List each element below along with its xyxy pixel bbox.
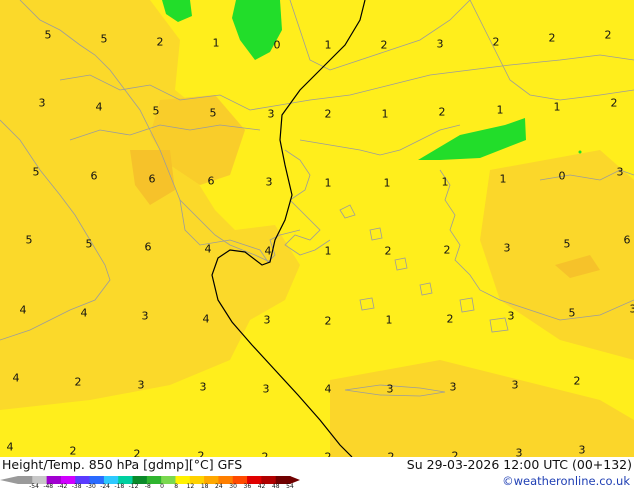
scale-tick-label: 36: [243, 483, 252, 490]
map-value-label: 3: [267, 107, 275, 121]
map-value-label: 2: [573, 374, 581, 388]
scale-tick-label: -24: [100, 483, 111, 490]
scale-tick-label: -30: [85, 483, 96, 490]
cool-patch-tiny: [578, 150, 582, 154]
map-value-label: 4: [202, 312, 210, 326]
map-value-label: 6: [90, 169, 98, 183]
map-value-label: 3: [515, 446, 523, 458]
map-value-label: 5: [85, 237, 93, 251]
map-value-label: 3: [503, 241, 511, 255]
map-value-label: 2: [610, 96, 618, 110]
map-value-label: 6: [207, 174, 215, 188]
map-value-label: 3: [507, 309, 515, 323]
map-value-label: 3: [38, 96, 46, 110]
map-value-label: 3: [386, 382, 394, 396]
map-value-label: 2: [604, 28, 612, 42]
map-value-label: 1: [324, 176, 332, 190]
color-scale: -54 -48 -42 -38 -30 -24 -18 -12 -8 0 8 12 18 24 30 36 42…: [0, 471, 300, 490]
scale-tick-label: 48: [271, 483, 280, 490]
scale-tick-label: 42: [257, 483, 266, 490]
map-value-label: 2: [324, 107, 332, 121]
map-canvas: [0, 0, 634, 457]
map-value-label: 2: [380, 38, 388, 52]
map-value-label: 4: [12, 371, 20, 385]
map-value-label: 3: [578, 443, 586, 457]
map-value-label: 1: [385, 313, 393, 327]
map-value-label: 3: [616, 165, 624, 179]
map-value-label: 5: [32, 165, 40, 179]
map-value-label: 3: [137, 378, 145, 392]
map-value-label: 4: [324, 382, 332, 396]
scale-tick-label: -12: [128, 483, 139, 490]
map-value-label: 1: [441, 175, 449, 189]
scale-arrow-left: [0, 476, 18, 484]
map-value-label: 6: [623, 233, 631, 247]
map-value-label: 5: [209, 106, 217, 120]
map-footer: Height/Temp. 850 hPa [gdmp][°C] GFS Su 2…: [0, 457, 634, 490]
map-value-label: 3: [262, 382, 270, 396]
map-value-label: 4: [264, 244, 272, 258]
map-value-label: 2: [492, 35, 500, 49]
map-title: Height/Temp. 850 hPa [gdmp][°C] GFS: [2, 457, 243, 472]
map-value-label: 3: [449, 380, 457, 394]
scale-tick-label: -38: [71, 483, 82, 490]
scale-tick-label: 0: [160, 483, 164, 490]
weather-map: 5 5 2 1 0 1 2 3 2 2 2 3 4 5 5 3 2 1 2 1 1 2 5 6 6 6 3 1 1 1 1 0 3 5 5 6 4 4 1 2…: [0, 0, 634, 457]
map-value-label: 5: [100, 32, 108, 46]
credit-link[interactable]: ©weatheronline.co.uk: [502, 474, 630, 488]
scale-tick-label: 30: [229, 483, 237, 490]
map-value-label: 4: [80, 306, 88, 320]
map-value-label: 5: [152, 104, 160, 118]
valid-time: Su 29-03-2026 12:00 UTC (00+132): [406, 457, 632, 472]
map-value-label: 3: [436, 37, 444, 51]
scale-tick-label: 18: [200, 483, 209, 490]
map-value-label: 2: [133, 447, 141, 458]
scale-tick-label: 12: [186, 483, 195, 490]
map-value-label: 1: [553, 100, 561, 114]
map-value-label: 1: [383, 176, 391, 190]
map-value-label: 1: [496, 103, 504, 117]
map-value-label: 6: [144, 240, 152, 254]
map-value-label: 3: [629, 302, 634, 316]
map-value-label: 3: [511, 378, 519, 392]
map-value-label: 2: [443, 243, 451, 257]
map-value-label: 4: [19, 303, 27, 317]
map-value-label: 5: [568, 306, 576, 320]
map-value-label: 1: [212, 36, 220, 50]
scale-tick-label: -42: [57, 483, 68, 490]
map-value-label: 3: [199, 380, 207, 394]
scale-tick-label: -18: [114, 483, 125, 490]
map-value-label: 2: [324, 314, 332, 328]
map-value-label: 4: [6, 440, 14, 454]
map-value-label: 3: [141, 309, 149, 323]
map-value-label: 0: [273, 38, 281, 52]
map-value-label: 0: [558, 169, 566, 183]
map-value-label: 2: [156, 35, 164, 49]
map-value-label: 3: [265, 175, 273, 189]
map-value-label: 2: [384, 244, 392, 258]
map-value-label: 5: [44, 28, 52, 42]
map-value-label: 2: [74, 375, 82, 389]
scale-tick-label: -8: [144, 483, 151, 490]
scale-tick-label: 54: [286, 483, 294, 490]
map-value-label: 4: [95, 100, 103, 114]
map-value-label: 4: [204, 242, 212, 256]
map-value-label: 2: [438, 105, 446, 119]
map-value-label: 1: [324, 244, 332, 258]
map-value-label: 5: [563, 237, 571, 251]
scale-tick-label: -54: [29, 483, 39, 490]
map-value-label: 1: [381, 107, 389, 121]
scale-tick-label: 8: [174, 483, 179, 490]
map-value-label: 6: [148, 172, 156, 186]
scale-tick-label: -48: [43, 483, 54, 490]
scale-tick-label: 24: [215, 483, 223, 490]
map-value-label: 2: [446, 312, 454, 326]
map-value-label: 2: [69, 444, 77, 457]
map-value-label: 5: [25, 233, 33, 247]
map-value-label: 2: [548, 31, 556, 45]
map-value-label: 3: [263, 313, 271, 327]
map-value-label: 1: [499, 172, 507, 186]
map-value-label: 1: [324, 38, 332, 52]
